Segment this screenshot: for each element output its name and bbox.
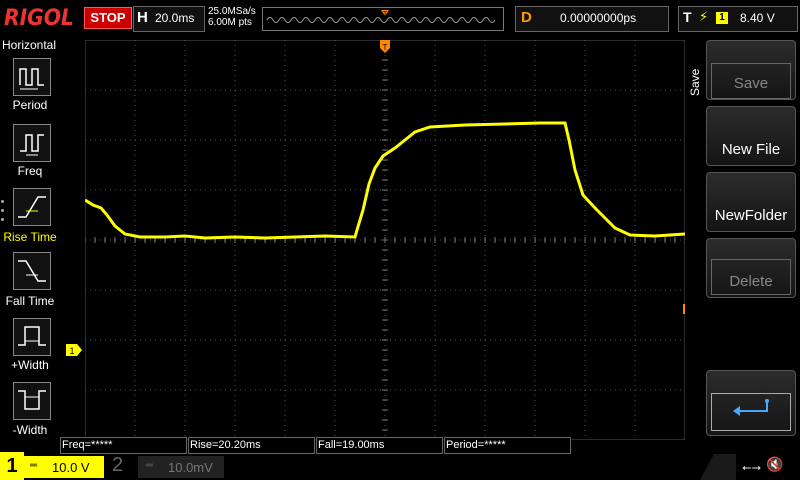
speaker-mute-icon: 🔇 (766, 456, 784, 472)
trigger-position-label: T (383, 43, 388, 52)
menu-item-rise-time[interactable]: Rise Time (0, 230, 60, 244)
measurement-rise: Rise=20.20ms (188, 437, 315, 454)
rise-time-icon[interactable] (13, 188, 51, 226)
new-file-button[interactable]: New File (706, 106, 796, 166)
sample-info: 25.0MSa/s 6.00M pts (208, 6, 256, 28)
memory-depth: 6.00M pts (208, 17, 252, 28)
run-stop-status[interactable]: STOP (84, 7, 132, 29)
svg-text:1: 1 (69, 346, 74, 356)
menu-item-negative-width[interactable]: -Width (0, 423, 60, 437)
menu-item-freq[interactable]: Freq (0, 164, 60, 178)
status-tab (700, 454, 736, 480)
positive-width-icon[interactable] (13, 318, 51, 356)
dc-coupling-icon: ═ (146, 460, 154, 471)
save-button-label: Save (733, 75, 769, 92)
delete-label: Delete (729, 273, 773, 290)
left-menu-title: Horizontal (2, 38, 57, 52)
menu-item-period[interactable]: Period (0, 98, 60, 112)
menu-item-fall-time[interactable]: Fall Time (0, 294, 60, 308)
usb-icon: ⭠⭢ (742, 460, 762, 474)
save-button[interactable]: Save (706, 40, 796, 100)
fall-time-icon[interactable] (13, 252, 51, 290)
measurement-freq: Freq=***** (60, 437, 187, 454)
trigger-level: 8.40 V (740, 11, 775, 25)
memory-overview-wave: T (266, 10, 496, 23)
channel2-scale: 10.0mV (168, 460, 213, 475)
right-menu-title: Save (688, 68, 702, 96)
menu-page-dot (1, 209, 4, 212)
trigger-box[interactable] (678, 6, 798, 32)
new-file-label: New File (721, 141, 781, 158)
waveform-display[interactable]: T (85, 40, 685, 440)
new-folder-button[interactable]: NewFolder (706, 172, 796, 232)
channel1-offset-marker[interactable]: 1 (66, 344, 82, 356)
return-arrow-icon (733, 399, 769, 416)
rising-edge-icon: ⚡ (699, 9, 709, 24)
memory-trigger-mark: T (383, 11, 388, 18)
period-icon[interactable] (13, 58, 51, 96)
delay-label: D (521, 9, 532, 26)
sample-rate: 25.0MSa/s (208, 6, 256, 17)
timebase-value: 20.0ms (155, 11, 195, 25)
menu-item-positive-width[interactable]: +Width (0, 358, 60, 372)
trigger-source: 1 (716, 12, 728, 24)
channel1-button[interactable]: 1 (0, 452, 24, 480)
measurement-fall: Fall=19.00ms (316, 437, 443, 454)
horizontal-label: H (137, 9, 148, 26)
menu-page-dot (1, 200, 4, 203)
dc-coupling-icon: ═ (30, 460, 38, 471)
return-button[interactable] (706, 370, 796, 436)
measurement-period: Period=***** (444, 437, 571, 454)
delete-button[interactable]: Delete (706, 238, 796, 298)
menu-page-dot (1, 218, 4, 221)
negative-width-icon[interactable] (13, 382, 51, 420)
new-folder-label: NewFolder (714, 207, 788, 224)
trigger-level-marker[interactable] (683, 304, 685, 314)
channel1-scale: 10.0 V (52, 460, 90, 475)
channel2-button[interactable]: 2 (112, 454, 123, 477)
brand-logo: RIGOL (4, 6, 74, 31)
trigger-label: T (683, 9, 692, 25)
freq-icon[interactable] (13, 124, 51, 162)
memory-overview: T (262, 7, 504, 31)
delay-value: 0.00000000ps (560, 11, 637, 25)
